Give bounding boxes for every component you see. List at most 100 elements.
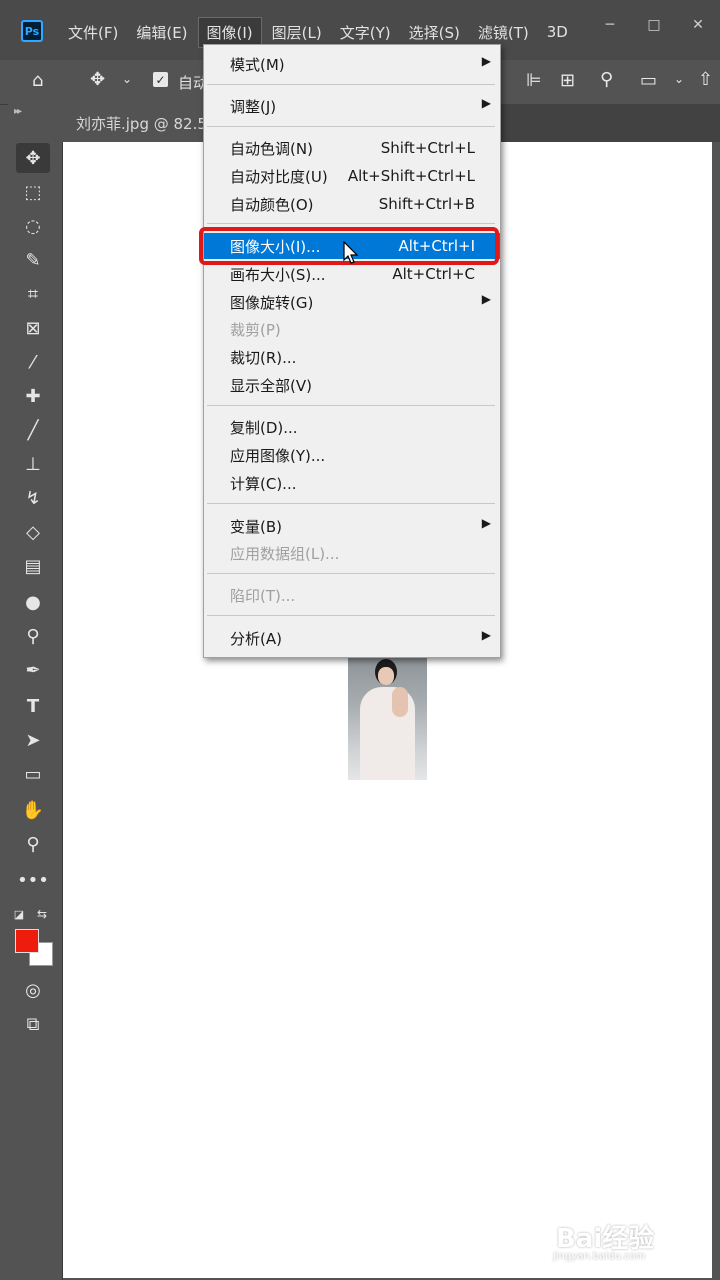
submenu-arrow-icon: ▶ <box>481 516 491 530</box>
menu-filter[interactable]: 滤镜(T) <box>470 18 537 47</box>
rectangle-tool-icon[interactable]: ▭ <box>16 759 50 789</box>
menu-item-label: 画布大小(S)... <box>230 265 326 284</box>
move-tool-icon[interactable]: ✥ <box>16 143 50 173</box>
menu-item-label: 计算(C)... <box>230 474 297 493</box>
image-menu-dropdown: 模式(M) ▶ 调整(J) ▶ 自动色调(N) Shift+Ctrl+L 自动对… <box>203 44 501 658</box>
menu-item-label: 应用图像(Y)... <box>230 446 326 465</box>
menu-item-label: 分析(A) <box>230 629 282 648</box>
menu-file[interactable]: 文件(F) <box>60 18 126 47</box>
menu-item-duplicate[interactable]: 复制(D)... <box>204 414 500 440</box>
share-icon[interactable]: ⇧ <box>698 69 713 90</box>
menu-item-trap: 陷印(T)... <box>204 582 500 608</box>
menu-separator <box>207 405 495 406</box>
menu-item-calculations[interactable]: 计算(C)... <box>204 470 500 496</box>
menu-item-label: 自动色调(N) <box>230 139 313 158</box>
align-center-icon[interactable]: ⊞ <box>560 70 575 91</box>
clone-stamp-tool-icon[interactable]: ⊥ <box>16 449 50 479</box>
swap-colors-icon[interactable]: ⇆ <box>30 899 54 929</box>
crop-tool-icon[interactable]: ⌗ <box>16 279 50 309</box>
lasso-tool-icon[interactable]: ◌ <box>16 211 50 241</box>
menu-item-label: 图像旋转(G) <box>230 293 314 312</box>
frame-tool-icon[interactable]: ⊠ <box>16 313 50 343</box>
photo-thumbnail <box>348 655 427 780</box>
menu-item-crop: 裁剪(P) <box>204 316 500 342</box>
move-tool-icon[interactable]: ✥ <box>90 69 105 90</box>
menu-select[interactable]: 选择(S) <box>401 18 468 47</box>
menu-item-adjustments[interactable]: 调整(J) ▶ <box>204 93 500 119</box>
blur-tool-icon[interactable]: ● <box>16 587 50 617</box>
menu-item-trim[interactable]: 裁切(R)... <box>204 344 500 370</box>
menu-item-label: 自动对比度(U) <box>230 167 328 186</box>
menu-edit[interactable]: 编辑(E) <box>128 18 195 47</box>
pen-tool-icon[interactable]: ✒ <box>16 655 50 685</box>
menu-item-label: 显示全部(V) <box>230 376 312 395</box>
menu-item-apply-data-set: 应用数据组(L)... <box>204 540 500 566</box>
chevron-down-icon[interactable]: ⌄ <box>122 72 132 86</box>
menu-item-label: 自动颜色(O) <box>230 195 314 214</box>
zoom-tool-icon[interactable]: ⚲ <box>16 829 50 859</box>
menu-item-label: 陷印(T)... <box>230 586 296 605</box>
menu-item-label: 模式(M) <box>230 55 285 74</box>
minimize-button[interactable]: ─ <box>588 12 632 38</box>
align-left-icon[interactable]: ⊫ <box>526 70 542 91</box>
menu-item-mode[interactable]: 模式(M) ▶ <box>204 51 500 77</box>
menu-item-label: 复制(D)... <box>230 418 298 437</box>
menu-item-label: 裁切(R)... <box>230 348 297 367</box>
menu-separator <box>207 503 495 504</box>
menu-item-label: 调整(J) <box>230 97 277 116</box>
menu-item-shortcut: Alt+Ctrl+C <box>392 265 475 283</box>
menu-item-auto-contrast[interactable]: 自动对比度(U) Alt+Shift+Ctrl+L <box>204 163 500 189</box>
path-select-tool-icon[interactable]: ➤ <box>16 725 50 755</box>
collapse-panel-icon[interactable]: ▸▸ <box>14 106 22 117</box>
search-icon[interactable]: ⚲ <box>600 69 613 90</box>
eraser-tool-icon[interactable]: ◇ <box>16 517 50 547</box>
submenu-arrow-icon: ▶ <box>481 628 491 642</box>
type-tool-icon[interactable]: T <box>16 691 50 721</box>
gradient-tool-icon[interactable]: ▤ <box>16 551 50 581</box>
default-colors-icon[interactable]: ◪ <box>8 899 30 929</box>
foreground-color-swatch[interactable] <box>15 929 39 953</box>
chevron-down-icon[interactable]: ⌄ <box>674 72 684 86</box>
menu-image[interactable]: 图像(I) <box>197 16 262 48</box>
menu-layer[interactable]: 图层(L) <box>264 18 330 47</box>
auto-select-checkbox[interactable]: ✓ <box>153 72 168 87</box>
maximize-button[interactable]: □ <box>632 12 676 38</box>
menu-3d[interactable]: 3D <box>539 19 576 45</box>
menu-item-auto-tone[interactable]: 自动色调(N) Shift+Ctrl+L <box>204 135 500 161</box>
quick-select-tool-icon[interactable]: ✎ <box>16 245 50 275</box>
more-tools-icon[interactable]: ••• <box>16 865 50 895</box>
menu-item-shortcut: Alt+Shift+Ctrl+L <box>347 167 475 185</box>
eyedropper-tool-icon[interactable]: ⁄ <box>16 347 50 377</box>
watermark-url: jingyan.baidu.com <box>553 1251 646 1262</box>
submenu-arrow-icon: ▶ <box>481 292 491 306</box>
document-tab[interactable]: 刘亦菲.jpg @ 82.5 <box>62 104 212 142</box>
menu-item-label: 裁剪(P) <box>230 320 281 339</box>
submenu-arrow-icon: ▶ <box>481 96 491 110</box>
menu-item-variables[interactable]: 变量(B) ▶ <box>204 513 500 539</box>
menu-item-shortcut: Shift+Ctrl+L <box>380 139 475 157</box>
menu-item-analysis[interactable]: 分析(A) ▶ <box>204 625 500 651</box>
menu-item-apply-image[interactable]: 应用图像(Y)... <box>204 442 500 468</box>
close-button[interactable]: ✕ <box>676 12 720 38</box>
healing-brush-tool-icon[interactable]: ✚ <box>16 381 50 411</box>
menu-item-label: 应用数据组(L)... <box>230 544 340 563</box>
marquee-tool-icon[interactable]: ⬚ <box>16 177 50 207</box>
brush-tool-icon[interactable]: ╱ <box>16 415 50 445</box>
menu-item-shortcut: Shift+Ctrl+B <box>378 195 475 213</box>
menu-item-image-rotation[interactable]: 图像旋转(G) ▶ <box>204 289 500 315</box>
menu-item-auto-color[interactable]: 自动颜色(O) Shift+Ctrl+B <box>204 191 500 217</box>
menu-item-reveal-all[interactable]: 显示全部(V) <box>204 372 500 398</box>
menu-item-label: 变量(B) <box>230 517 282 536</box>
photoshop-logo-icon: Ps <box>21 20 43 42</box>
home-icon[interactable]: ⌂ <box>32 70 43 91</box>
dodge-tool-icon[interactable]: ⚲ <box>16 621 50 651</box>
quick-mask-icon[interactable]: ◎ <box>16 975 50 1005</box>
menu-type[interactable]: 文字(Y) <box>332 18 399 47</box>
screen-mode-icon[interactable]: ⧉ <box>16 1009 50 1039</box>
hand-tool-icon[interactable]: ✋ <box>16 795 50 825</box>
submenu-arrow-icon: ▶ <box>481 54 491 68</box>
history-brush-tool-icon[interactable]: ↯ <box>16 483 50 513</box>
workspace-icon[interactable]: ▭ <box>640 70 657 91</box>
menu-separator <box>207 573 495 574</box>
menu-separator <box>207 84 495 85</box>
